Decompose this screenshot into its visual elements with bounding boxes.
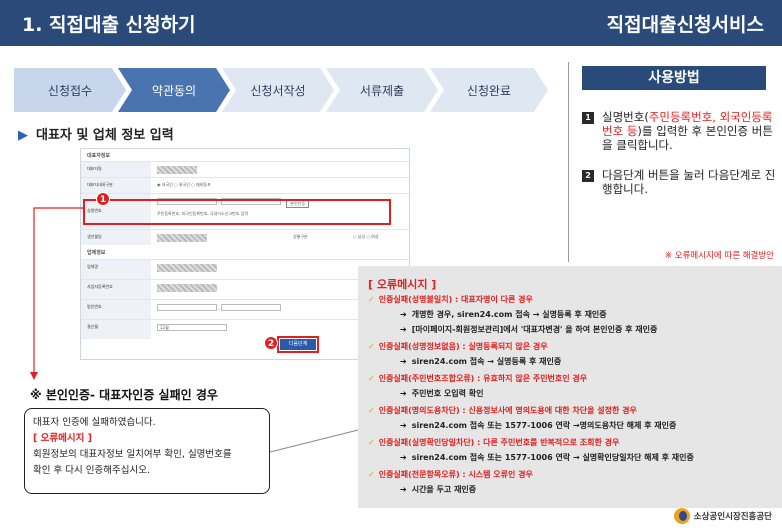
arrow-icon: ➔	[400, 325, 407, 334]
arrow-icon: ➔	[400, 421, 407, 430]
check-icon: ✓	[368, 438, 375, 447]
usage-panel: 사용방법 1 실명번호(주민등록번호, 외국인등록번호 등)를 입력한 후 본인…	[568, 62, 782, 272]
arrow-icon: ➔	[400, 357, 407, 366]
arrow-icon: ➔	[400, 485, 407, 494]
solution-note: ※ 오류메시지에 따른 해결방안	[664, 251, 774, 261]
check-icon: ✓	[368, 342, 375, 351]
error-item: ✓ 인증실패(주민번호조합오류) : 유효하지 않은 주민번호인 경우	[368, 374, 588, 383]
error-item: ✓ 인증실패(전문항목오류) : 시스템 오류인 경우	[368, 470, 533, 479]
org-logo-icon	[673, 508, 690, 524]
check-icon: ✓	[368, 470, 375, 479]
check-icon: ✓	[368, 374, 375, 383]
error-item: ✓ 인증실패(실명확인당일차단) : 다른 주민번호를 반복적으로 조회한 경우	[368, 438, 620, 447]
arrow-icon: ➔	[400, 310, 407, 319]
error-item: ✓ 인증실패(성명불일치) : 대표자명이 다른 경우	[368, 295, 533, 304]
usage-step-2: 2 다음단계 버튼을 눌러 다음단계로 진행합니다.	[582, 168, 778, 196]
error-item: ✓ 인증실패(성명정보없음) : 실명등록되지 않은 경우	[368, 342, 548, 351]
footer-logo: 소상공인시장진흥공단	[673, 508, 772, 524]
usage-title: 사용방법	[582, 66, 766, 90]
arrow-icon: ➔	[400, 389, 407, 398]
usage-step-1: 1 실명번호(주민등록번호, 외국인등록번호 등)를 입력한 후 본인인증 버튼…	[582, 110, 778, 152]
check-icon: ✓	[368, 295, 375, 304]
arrow-icon: ➔	[400, 453, 407, 462]
error-message-panel: [ 오류메시지 ] ✓ 인증실패(성명불일치) : 대표자명이 다른 경우 ➔ 개명…	[358, 266, 782, 508]
check-icon: ✓	[368, 406, 375, 415]
fail-message-box: 대표자 인증에 실패하였습니다. [ 오류메시지 ] 회원정보의 대표자정보 일…	[24, 408, 270, 494]
fail-case-title: ※ 본인인증- 대표자인증 실패인 경우	[30, 388, 218, 402]
error-heading: [ 오류메시지 ]	[368, 278, 437, 291]
error-item: ✓ 인증실패(명의도용차단) : 신용정보사에 명의도용에 대한 차단을 설정한 …	[368, 406, 637, 415]
